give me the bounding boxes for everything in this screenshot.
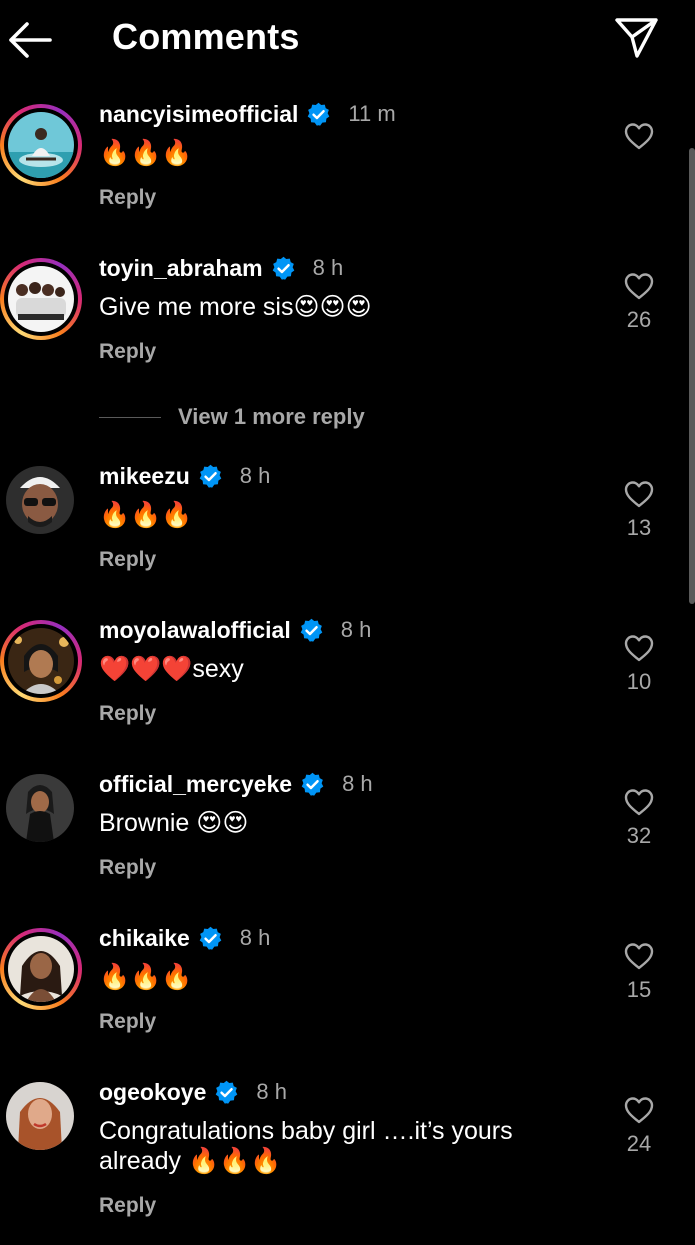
heart-icon[interactable]: [623, 479, 655, 509]
verified-badge-icon: [301, 772, 324, 796]
timestamp: 8 h: [342, 771, 373, 796]
comment-text: 🔥🔥🔥: [99, 963, 193, 991]
avatar[interactable]: [8, 266, 74, 332]
comment-text: Give me more sis😍😍😍: [99, 293, 372, 321]
story-ring[interactable]: [0, 258, 82, 340]
timestamp: 11 m: [348, 101, 396, 126]
comment-text: Brownie 😍😍: [99, 809, 249, 837]
like-count: 24: [626, 1131, 652, 1156]
timestamp: 8 h: [239, 463, 271, 488]
username[interactable]: chikaike: [99, 925, 190, 952]
avatar[interactable]: [6, 774, 74, 842]
story-ring[interactable]: [0, 104, 82, 186]
like-count: 26: [626, 307, 652, 332]
verified-badge-icon: [272, 256, 294, 280]
verified-badge-icon: [199, 926, 222, 950]
avatar[interactable]: [6, 466, 74, 534]
story-ring[interactable]: [0, 928, 82, 1010]
avatar[interactable]: [6, 1082, 74, 1150]
verified-badge-icon: [216, 1080, 238, 1104]
like-count: 10: [626, 669, 652, 694]
comment-text: ❤️❤️❤️sexy: [99, 655, 244, 683]
heart-icon[interactable]: [623, 787, 655, 817]
arrow-left-icon[interactable]: [6, 20, 52, 60]
like-count: 32: [626, 823, 652, 848]
heart-icon[interactable]: [623, 633, 655, 663]
heart-icon[interactable]: [623, 1095, 655, 1125]
verified-badge-icon: [199, 464, 222, 488]
comment-text: 🔥🔥🔥: [99, 501, 193, 529]
reply-button[interactable]: Reply: [99, 186, 156, 210]
verified-badge-icon: [308, 102, 330, 126]
avatar[interactable]: [8, 628, 74, 694]
header-bar: Comments: [0, 0, 695, 80]
timestamp: 8 h: [340, 617, 372, 642]
like-count: 15: [626, 977, 652, 1002]
timestamp: 8 h: [312, 255, 344, 280]
page-title: Comments: [112, 16, 300, 57]
heart-icon[interactable]: [623, 121, 655, 151]
avatar[interactable]: [8, 112, 74, 178]
divider: [99, 416, 161, 418]
like-count: 13: [626, 515, 652, 540]
username[interactable]: mikeezu: [99, 463, 190, 490]
timestamp: 8 h: [256, 1079, 287, 1104]
reply-button[interactable]: Reply: [99, 1194, 156, 1218]
view-more-label: View 1 more reply: [178, 404, 365, 429]
verified-badge-icon: [300, 618, 323, 642]
comment-text: Congratulations baby girl ….it’s yours a…: [99, 1117, 520, 1175]
comment-text: 🔥🔥🔥: [99, 139, 193, 167]
heart-icon[interactable]: [623, 271, 655, 301]
paper-plane-icon[interactable]: [612, 14, 660, 60]
username[interactable]: nancyisimeofficial: [99, 101, 298, 128]
view-more-replies-button[interactable]: View 1 more reply: [99, 404, 365, 430]
scrollbar[interactable]: [689, 148, 695, 604]
username[interactable]: official_mercyeke: [99, 771, 292, 798]
timestamp: 8 h: [239, 925, 271, 950]
username[interactable]: moyolawalofficial: [99, 617, 291, 644]
heart-icon[interactable]: [623, 941, 655, 971]
reply-button[interactable]: Reply: [99, 702, 156, 726]
username[interactable]: ogeokoye: [99, 1079, 206, 1106]
reply-button[interactable]: Reply: [99, 856, 156, 880]
avatar[interactable]: [8, 936, 74, 1002]
username[interactable]: toyin_abraham: [99, 255, 263, 282]
reply-button[interactable]: Reply: [99, 340, 156, 364]
reply-button[interactable]: Reply: [99, 1010, 156, 1034]
story-ring[interactable]: [0, 620, 82, 702]
reply-button[interactable]: Reply: [99, 548, 156, 572]
